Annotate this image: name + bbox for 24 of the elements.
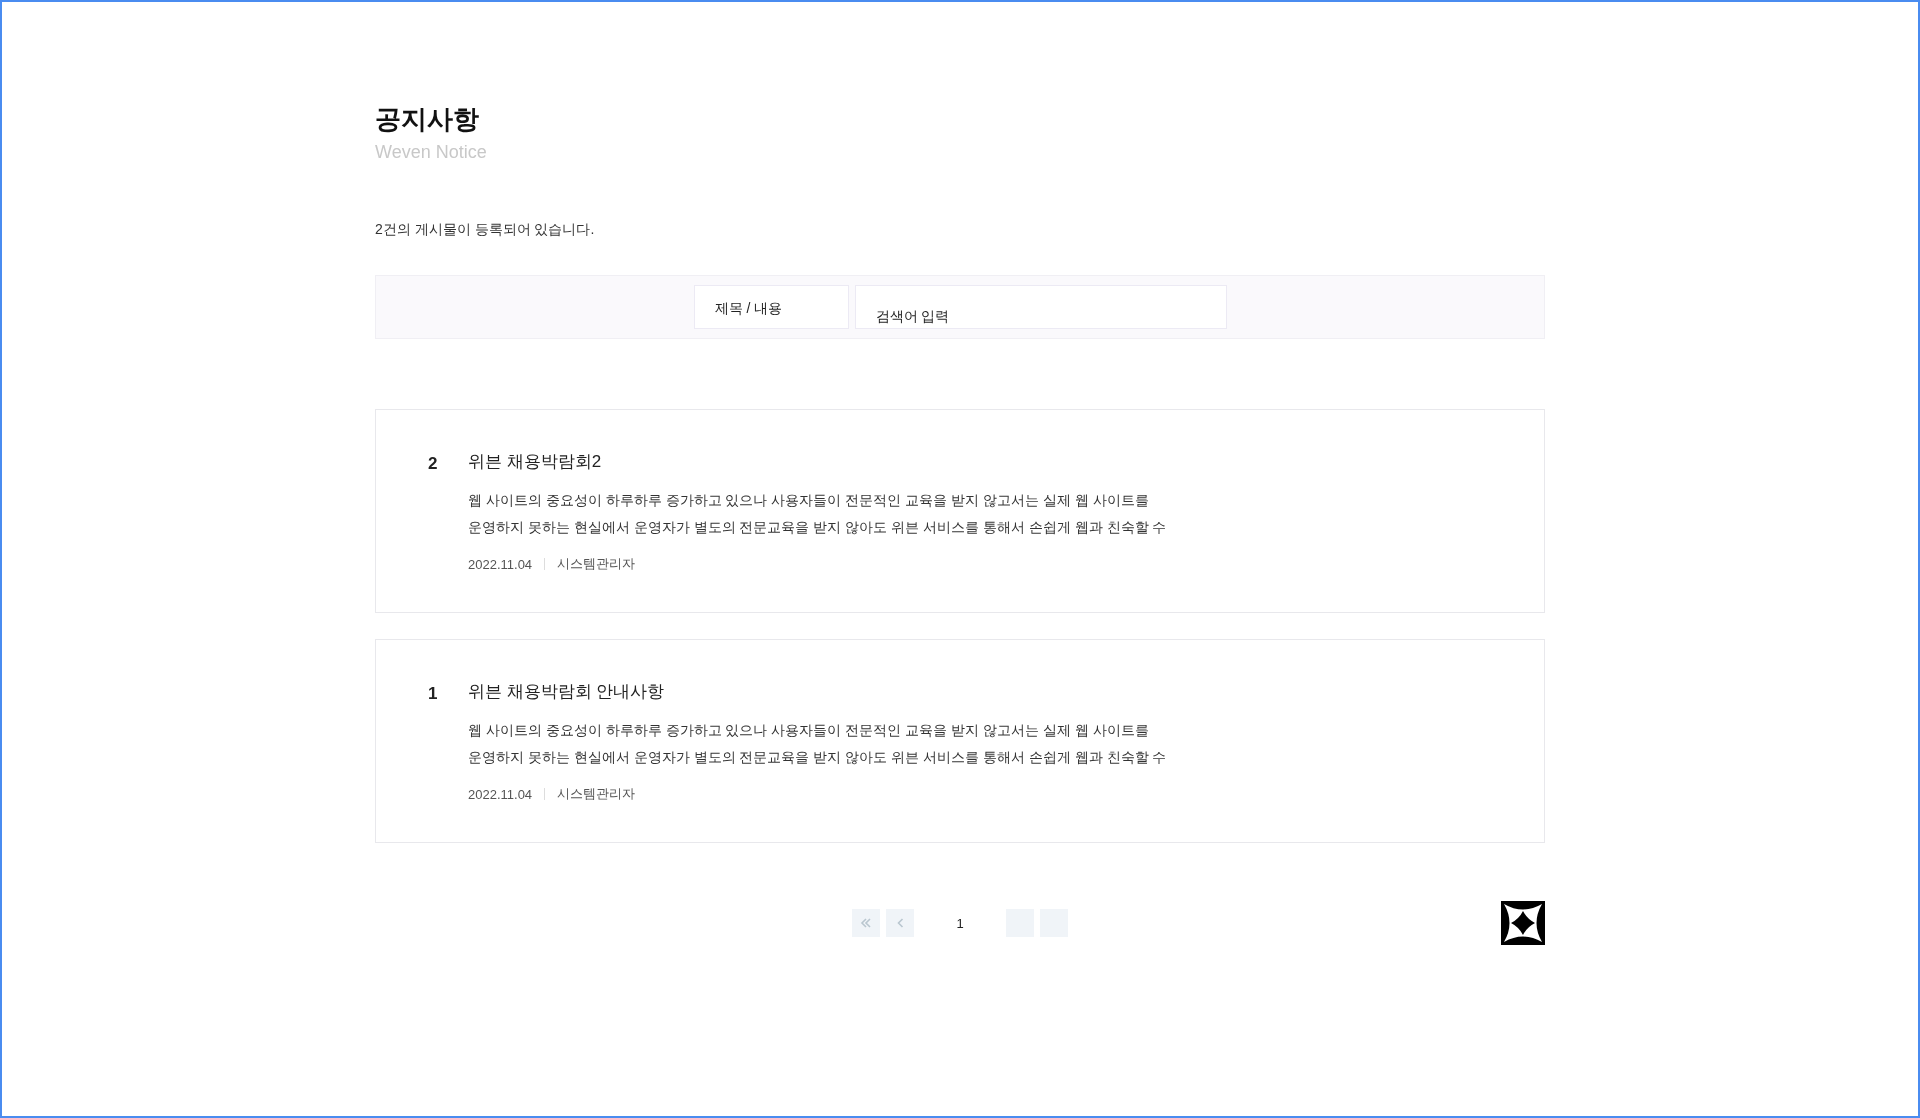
post-excerpt: 운영하지 못하는 현실에서 운영자가 별도의 전문교육을 받지 않아도 위븐 서비스를 통해서 손쉽게 웹과 친숙할 수 [468, 518, 1167, 537]
notice-card[interactable]: 2 위븐 채용박람회2 웹 사이트의 중요성이 하루하루 증가하고 있으나 사용자들이 전문적인 교육을 받지 않고서는 실제 웹 사이트를 운영하지 못하는 현실에서 운영자가 별도의 전문교육을 받지 않아도 위븐 서비스를 통해서 손쉽게 웹과 친숙할 수 2022.11.04 시스템관리자 [375, 409, 1545, 613]
post-author: 시스템관리자 [557, 785, 636, 803]
post-number: 2 [428, 453, 439, 475]
search-field[interactable]: 검색어 입력 [854, 285, 1227, 329]
notice-card[interactable]: 1 위븐 채용박람회 안내사항 웹 사이트의 중요성이 하루하루 증가하고 있으나 사용자들이 전문적인 교육을 받지 않고서는 실제 웹 사이트를 운영하지 못하는 현실에서 운영자가 별도의 전문교육을 받지 않아도 위븐 서비스를 통해서 손쉽게 웹과 친숙할 수 2022.11.04 시스템관리자 [375, 639, 1545, 843]
post-title[interactable]: 위븐 채용박람회2 [468, 450, 1167, 473]
post-date: 2022.11.04 [468, 786, 533, 802]
post-title[interactable]: 위븐 채용박람회 안내사항 [468, 680, 1167, 703]
search-type-select[interactable]: 제목 / 내용 [693, 285, 849, 329]
first-page-button[interactable] [852, 909, 880, 937]
page-title: 공지사항 [375, 103, 480, 136]
logo-icon [1501, 901, 1545, 945]
post-date: 2022.11.04 [468, 556, 533, 572]
page-number[interactable]: 1 [920, 915, 1000, 931]
post-excerpt: 웹 사이트의 중요성이 하루하루 증가하고 있으나 사용자들이 전문적인 교육을 받지 않고서는 실제 웹 사이트를 [468, 721, 1150, 740]
post-count: 2건의 게시물이 등록되어 있습니다. [375, 221, 596, 239]
chevron-left-icon [896, 918, 904, 928]
double-chevron-left-icon [860, 918, 872, 928]
post-excerpt: 운영하지 못하는 현실에서 운영자가 별도의 전문교육을 받지 않아도 위븐 서비스를 통해서 손쉽게 웹과 친숙할 수 [468, 748, 1167, 767]
previous-page-button[interactable] [886, 909, 914, 937]
post-number: 1 [428, 683, 439, 705]
post-excerpt: 웹 사이트의 중요성이 하루하루 증가하고 있으나 사용자들이 전문적인 교육을 받지 않고서는 실제 웹 사이트를 [468, 491, 1150, 510]
post-author: 시스템관리자 [557, 555, 636, 573]
